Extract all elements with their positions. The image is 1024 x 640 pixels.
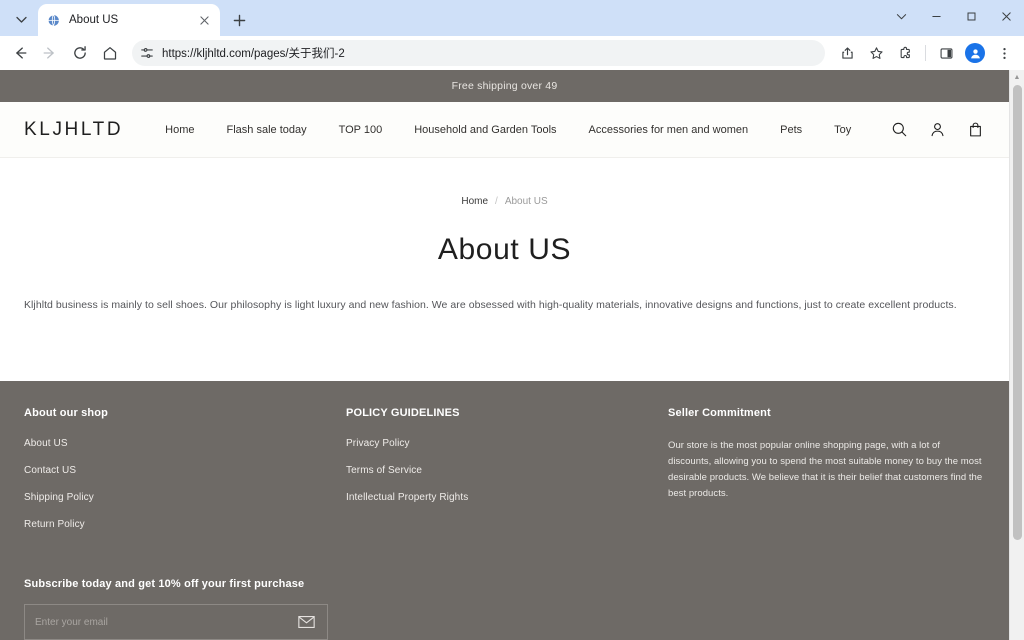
announcement-bar: Free shipping over 49 <box>0 70 1009 102</box>
breadcrumb-separator: / <box>495 196 498 207</box>
globe-icon <box>46 13 61 28</box>
home-button[interactable] <box>96 39 124 67</box>
newsletter-signup: Subscribe today and get 10% off your fir… <box>24 578 985 640</box>
breadcrumb-home-link[interactable]: Home <box>461 196 488 207</box>
home-icon <box>102 45 118 61</box>
reload-icon <box>72 45 88 61</box>
page-title: About US <box>0 233 1009 267</box>
nav-item-top-100[interactable]: TOP 100 <box>323 124 399 136</box>
nav-item-pets[interactable]: Pets <box>764 124 818 136</box>
extensions-icon <box>898 46 913 61</box>
split-view-button[interactable] <box>932 39 960 67</box>
browser-menu-button[interactable] <box>990 39 1018 67</box>
main-content: Home / About US About US Kljhltd busines… <box>0 158 1009 381</box>
site-logo[interactable]: KLJHLTD <box>24 119 123 141</box>
nav-item-accessories[interactable]: Accessories for men and women <box>573 124 765 136</box>
close-window-button[interactable] <box>989 0 1024 32</box>
footer-link-intellectual-property[interactable]: Intellectual Property Rights <box>346 492 668 503</box>
bookmark-button[interactable] <box>862 39 890 67</box>
browser-toolbar: https://kljhltd.com/pages/关于我们-2 <box>0 36 1024 70</box>
forward-button[interactable] <box>36 39 64 67</box>
scrollbar-thumb[interactable] <box>1013 85 1022 540</box>
browser-tab[interactable]: About US <box>38 4 220 36</box>
account-icon[interactable] <box>927 120 947 140</box>
three-dot-menu-icon <box>997 46 1012 61</box>
footer-link-shipping-policy[interactable]: Shipping Policy <box>24 492 346 503</box>
footer-heading-seller-commitment: Seller Commitment <box>668 407 985 419</box>
chevron-down-icon <box>16 14 27 25</box>
address-bar[interactable]: https://kljhltd.com/pages/关于我们-2 <box>132 40 825 66</box>
extensions-button[interactable] <box>891 39 919 67</box>
scroll-up-arrow-icon[interactable]: ▲ <box>1014 70 1021 85</box>
toolbar-actions <box>833 39 1018 67</box>
seller-commitment-text: Our store is the most popular online sho… <box>668 438 985 502</box>
footer-link-privacy-policy[interactable]: Privacy Policy <box>346 438 668 449</box>
back-arrow-icon <box>12 45 28 61</box>
tab-search-button[interactable] <box>8 6 34 32</box>
window-controls <box>884 0 1024 32</box>
browser-window: About US <box>0 0 1024 640</box>
reload-button[interactable] <box>66 39 94 67</box>
site-header: KLJHLTD Home Flash sale today TOP 100 Ho… <box>0 102 1009 158</box>
footer-heading-about: About our shop <box>24 407 346 419</box>
footer-column-seller-commitment: Seller Commitment Our store is the most … <box>668 407 985 546</box>
breadcrumb-current: About US <box>505 196 548 207</box>
side-panel-icon <box>939 46 954 61</box>
search-icon[interactable] <box>889 120 909 140</box>
footer-heading-policy: POLICY GUIDELINES <box>346 407 668 419</box>
tab-strip: About US <box>0 0 1024 36</box>
new-tab-button[interactable] <box>226 7 252 33</box>
maximize-button[interactable] <box>954 0 989 32</box>
chevron-down-icon <box>896 11 907 22</box>
minimize-icon <box>931 11 942 22</box>
star-icon <box>869 46 884 61</box>
tab-title: About US <box>69 14 188 26</box>
page-viewport: Free shipping over 49 KLJHLTD Home Flash… <box>0 70 1024 640</box>
footer-column-policy: POLICY GUIDELINES Privacy Policy Terms o… <box>346 407 668 546</box>
share-button[interactable] <box>833 39 861 67</box>
web-page: Free shipping over 49 KLJHLTD Home Flash… <box>0 70 1009 640</box>
minimize-button[interactable] <box>919 0 954 32</box>
profile-button[interactable] <box>961 39 989 67</box>
site-settings-icon[interactable] <box>140 46 154 60</box>
envelope-icon[interactable] <box>295 611 317 633</box>
toolbar-divider <box>925 45 926 61</box>
main-navigation: Home Flash sale today TOP 100 Household … <box>149 124 889 136</box>
scrollbar-track[interactable] <box>1010 85 1024 640</box>
plus-icon <box>233 14 246 27</box>
nav-item-flash-sale[interactable]: Flash sale today <box>211 124 323 136</box>
url-text: https://kljhltd.com/pages/关于我们-2 <box>162 45 345 61</box>
newsletter-input-row <box>24 604 328 640</box>
footer-link-contact-us[interactable]: Contact US <box>24 465 346 476</box>
page-scrollbar[interactable]: ▲ <box>1009 70 1024 640</box>
nav-item-home[interactable]: Home <box>149 124 210 136</box>
nav-item-household-garden-tools[interactable]: Household and Garden Tools <box>398 124 572 136</box>
close-icon <box>1001 11 1012 22</box>
about-paragraph: Kljhltd business is mainly to sell shoes… <box>0 297 1009 314</box>
profile-avatar-icon <box>965 43 985 63</box>
maximize-icon <box>966 11 977 22</box>
footer-link-return-policy[interactable]: Return Policy <box>24 519 346 530</box>
footer-columns: About our shop About US Contact US Shipp… <box>24 407 985 546</box>
nav-item-toy[interactable]: Toy <box>818 124 867 136</box>
forward-arrow-icon <box>42 45 58 61</box>
header-icon-group <box>889 120 985 140</box>
breadcrumb: Home / About US <box>0 196 1009 207</box>
newsletter-heading: Subscribe today and get 10% off your fir… <box>24 578 985 590</box>
footer-link-terms-of-service[interactable]: Terms of Service <box>346 465 668 476</box>
cart-bag-icon[interactable] <box>965 120 985 140</box>
email-field[interactable] <box>35 617 295 628</box>
site-footer: About our shop About US Contact US Shipp… <box>0 381 1009 640</box>
back-button[interactable] <box>6 39 34 67</box>
footer-link-about-us[interactable]: About US <box>24 438 346 449</box>
share-icon <box>840 46 855 61</box>
window-chevron-button[interactable] <box>884 0 919 32</box>
footer-column-about: About our shop About US Contact US Shipp… <box>24 407 346 546</box>
close-icon[interactable] <box>196 12 212 28</box>
